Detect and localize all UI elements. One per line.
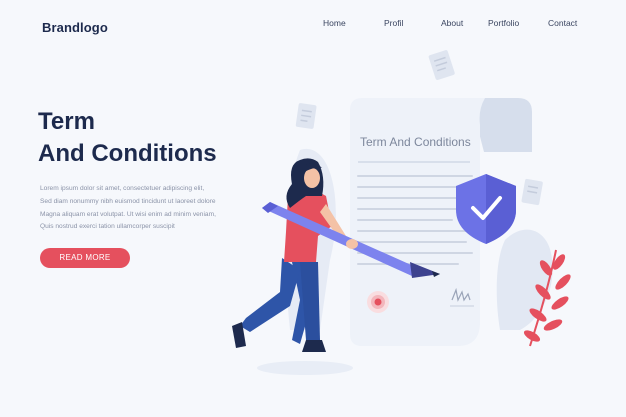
ground-shadow <box>257 361 353 375</box>
document-title: Term And Conditions <box>360 135 471 149</box>
floating-paper-icon <box>428 50 455 80</box>
floating-paper-icon <box>295 103 317 129</box>
terms-illustration: Term And Conditions <box>232 50 571 375</box>
stamp-seal-icon <box>367 291 389 313</box>
background-leaf <box>496 229 553 330</box>
floating-paper-icon <box>521 178 543 206</box>
hand <box>346 239 358 249</box>
